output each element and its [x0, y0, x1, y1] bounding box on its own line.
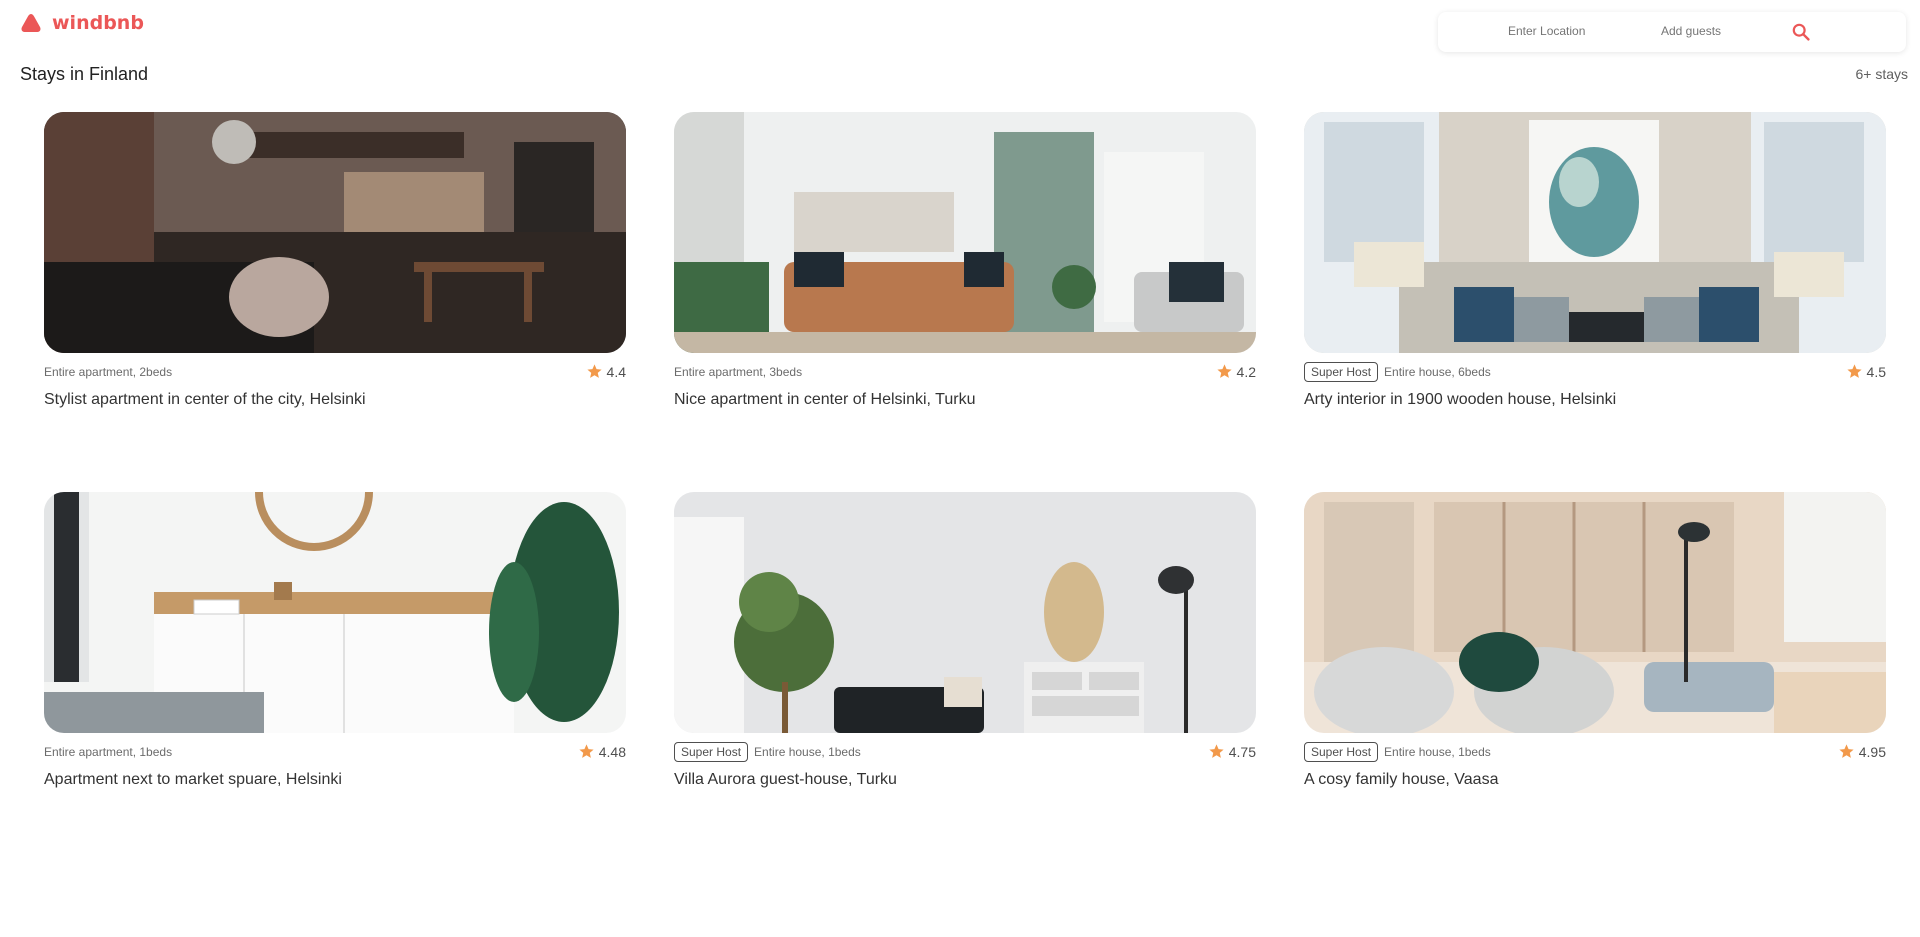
- stay-meta: Entire apartment, 2beds 4.4: [44, 361, 626, 383]
- arty-interior-photo: [1304, 112, 1886, 353]
- stay-photo[interactable]: [44, 112, 626, 353]
- stay-photo[interactable]: [674, 112, 1256, 353]
- stay-title[interactable]: Arty interior in 1900 wooden house, Hels…: [1304, 391, 1886, 409]
- stay-card[interactable]: Entire apartment, 3beds 4.2 Nice apartme…: [674, 112, 1256, 409]
- rating-value: 4.2: [1236, 363, 1256, 380]
- star-icon: [1839, 744, 1854, 758]
- stay-type: Entire apartment, 1beds: [44, 745, 173, 759]
- stay-type: Entire house, 1beds: [1384, 745, 1491, 759]
- stay-photo[interactable]: [44, 492, 626, 733]
- stay-card[interactable]: Super Host Entire house, 6beds 4.5 Arty …: [1304, 112, 1886, 409]
- star-icon: [1209, 744, 1224, 758]
- stay-card[interactable]: Entire apartment, 1beds 4.48 Apartment n…: [44, 492, 626, 789]
- stay-title[interactable]: Stylist apartment in center of the city,…: [44, 391, 626, 409]
- villa-room-photo: [674, 492, 1256, 733]
- superhost-badge: Super Host: [1304, 742, 1379, 762]
- stay-count: 6+ stays: [1855, 66, 1908, 82]
- rating-value: 4.4: [606, 363, 626, 380]
- stay-meta: Super Host Entire house, 1beds 4.95: [1304, 741, 1886, 763]
- stay-title[interactable]: Nice apartment in center of Helsinki, Tu…: [674, 391, 1256, 409]
- stay-title[interactable]: Apartment next to market spuare, Helsink…: [44, 771, 626, 789]
- stay-type: Entire apartment, 3beds: [674, 365, 803, 379]
- star-icon: [1846, 364, 1862, 378]
- rating-value: 4.5: [1866, 363, 1886, 380]
- stay-photo[interactable]: [1304, 112, 1886, 353]
- rating-value: 4.48: [598, 743, 626, 760]
- stay-rating: 4.4: [586, 363, 626, 380]
- stay-title[interactable]: A cosy family house, Vaasa: [1304, 771, 1886, 789]
- brand-logo[interactable]: windbnb: [20, 12, 144, 34]
- search-button[interactable]: [1786, 20, 1816, 44]
- star-icon: [586, 364, 602, 378]
- loft-apartment-photo: [44, 112, 626, 353]
- guests-input[interactable]: [1661, 24, 1771, 38]
- stay-photo[interactable]: [674, 492, 1256, 733]
- stay-rating: 4.48: [578, 743, 626, 760]
- page-title: Stays in Finland: [20, 64, 149, 84]
- top-header: windbnb: [0, 0, 1920, 56]
- stay-meta: Entire apartment, 1beds 4.48: [44, 741, 626, 763]
- stay-rating: 4.5: [1846, 363, 1886, 380]
- stay-type: Entire house, 6beds: [1384, 365, 1491, 379]
- stay-meta: Entire apartment, 3beds 4.2: [674, 361, 1256, 383]
- sideboard-photo: [44, 492, 626, 733]
- logo-icon: [21, 14, 41, 32]
- superhost-badge: Super Host: [1304, 362, 1379, 382]
- star-icon: [1216, 364, 1232, 378]
- stay-card[interactable]: Super Host Entire house, 1beds 4.95 A co…: [1304, 492, 1886, 789]
- living-room-photo: [674, 112, 1256, 353]
- stay-rating: 4.75: [1208, 743, 1256, 760]
- search-bar: [1438, 12, 1906, 52]
- stay-type: Entire house, 1beds: [754, 745, 861, 759]
- stay-meta: Super Host Entire house, 1beds 4.75: [674, 741, 1256, 763]
- stay-card[interactable]: Super Host Entire house, 1beds 4.75 Vill…: [674, 492, 1256, 789]
- stay-rating: 4.2: [1216, 363, 1256, 380]
- superhost-badge: Super Host: [674, 742, 749, 762]
- stay-photo[interactable]: [1304, 492, 1886, 733]
- rating-value: 4.75: [1228, 743, 1256, 760]
- star-icon: [579, 744, 594, 758]
- rating-value: 4.95: [1858, 743, 1886, 760]
- family-house-photo: [1304, 492, 1886, 733]
- stay-rating: 4.95: [1838, 743, 1886, 760]
- search-icon: [1792, 23, 1810, 41]
- stay-title[interactable]: Villa Aurora guest-house, Turku: [674, 771, 1256, 789]
- stay-type: Entire apartment, 2beds: [44, 365, 173, 379]
- stay-card[interactable]: Entire apartment, 2beds 4.4 Stylist apar…: [44, 112, 626, 409]
- stay-meta: Super Host Entire house, 6beds 4.5: [1304, 361, 1886, 383]
- location-input[interactable]: [1508, 24, 1628, 38]
- brand-name: windbnb: [52, 12, 144, 34]
